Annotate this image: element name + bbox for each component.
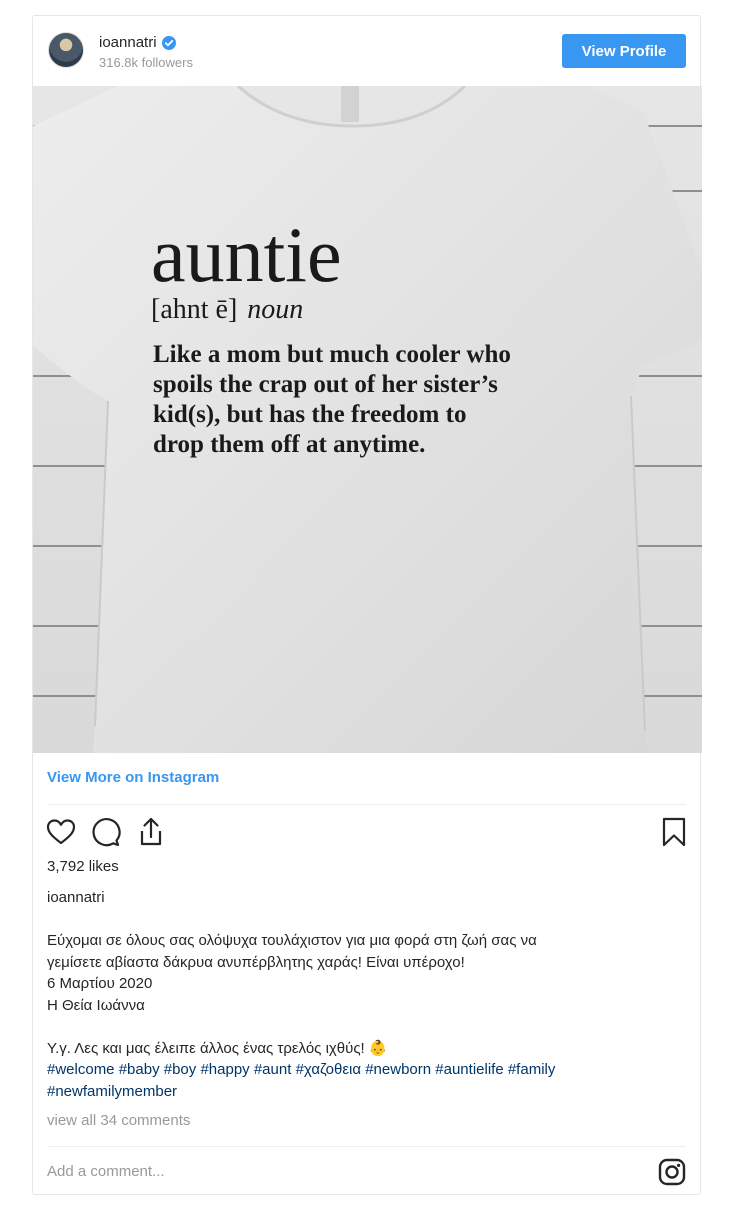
hashtag[interactable]: #happy	[200, 1061, 249, 1078]
bookmark-icon[interactable]	[659, 816, 689, 848]
hashtag[interactable]: #auntielife	[435, 1061, 503, 1078]
like-count[interactable]: 3,792 likes	[47, 858, 119, 875]
shirt-pronunciation: [ahnt ē] noun	[151, 294, 303, 325]
svg-text:drop them off at anytime.: drop them off at anytime.	[153, 431, 425, 458]
svg-text:spoils the crap out of her sis: spoils the crap out of her sister’s	[153, 371, 498, 398]
avatar[interactable]	[48, 32, 84, 68]
action-bar	[45, 816, 690, 852]
hashtag[interactable]: #family	[508, 1061, 556, 1078]
view-profile-button[interactable]: View Profile	[562, 34, 686, 68]
svg-text:kid(s), but has the freedom to: kid(s), but has the freedom to	[153, 401, 466, 428]
caption-line: γεμίσετε αβίαστα δάκρυα ανυπέρβλητης χαρ…	[47, 953, 465, 971]
shirt-headword: auntie	[151, 211, 342, 298]
caption-line: Η Θεία Ιωάννα	[47, 996, 145, 1014]
hashtag[interactable]: #welcome	[47, 1061, 115, 1078]
username[interactable]: ioannatri	[99, 34, 157, 51]
username-row: ioannatri	[99, 34, 176, 51]
hashtag[interactable]: #χαζοθεια	[296, 1061, 361, 1078]
svg-text:Like a mom but much cooler who: Like a mom but much cooler who	[153, 341, 511, 368]
share-icon[interactable]	[135, 816, 167, 848]
tshirt-image: auntie [ahnt ē] noun Like a mom but much …	[33, 86, 702, 753]
divider	[47, 804, 686, 805]
instagram-logo-icon[interactable]	[658, 1158, 686, 1186]
instagram-embed-card: ioannatri 316.8k followers View Profile	[32, 15, 702, 1195]
view-more-link[interactable]: View More on Instagram	[47, 769, 219, 786]
caption-line: 6 Μαρτίου 2020	[47, 975, 153, 992]
hashtag[interactable]: #boy	[164, 1061, 197, 1078]
hashtag[interactable]: #baby	[119, 1061, 160, 1078]
caption-line: Εύχομαι σε όλους σας ολόψυχα τουλάχιστον…	[47, 932, 537, 949]
heart-icon[interactable]	[45, 816, 77, 848]
divider	[47, 1146, 686, 1147]
post-owner[interactable]: ioannatri	[47, 889, 105, 906]
comment-icon[interactable]	[89, 816, 121, 848]
hashtag[interactable]: #aunt	[254, 1061, 292, 1078]
caption-line: Υ.γ. Λες και μας έλειπε άλλος ένας τρελό…	[47, 1039, 388, 1057]
follower-count: 316.8k followers	[99, 55, 193, 70]
hashtag[interactable]: #newfamilymember	[47, 1083, 177, 1100]
add-comment-input[interactable]	[47, 1163, 607, 1180]
post-header: ioannatri 316.8k followers View Profile	[33, 16, 700, 86]
hashtag[interactable]: #newborn	[365, 1061, 431, 1078]
verified-badge-icon	[161, 35, 176, 50]
caption: Εύχομαι σε όλους σας ολόψυχα τουλάχιστον…	[47, 930, 687, 1102]
view-all-comments-link[interactable]: view all 34 comments	[47, 1112, 190, 1129]
post-photo[interactable]: auntie [ahnt ē] noun Like a mom but much …	[33, 86, 702, 753]
hashtag-line: #welcome #baby #boy #happy #aunt #χαζοθε…	[47, 1059, 687, 1081]
hashtag-line: #newfamilymember	[47, 1081, 687, 1103]
